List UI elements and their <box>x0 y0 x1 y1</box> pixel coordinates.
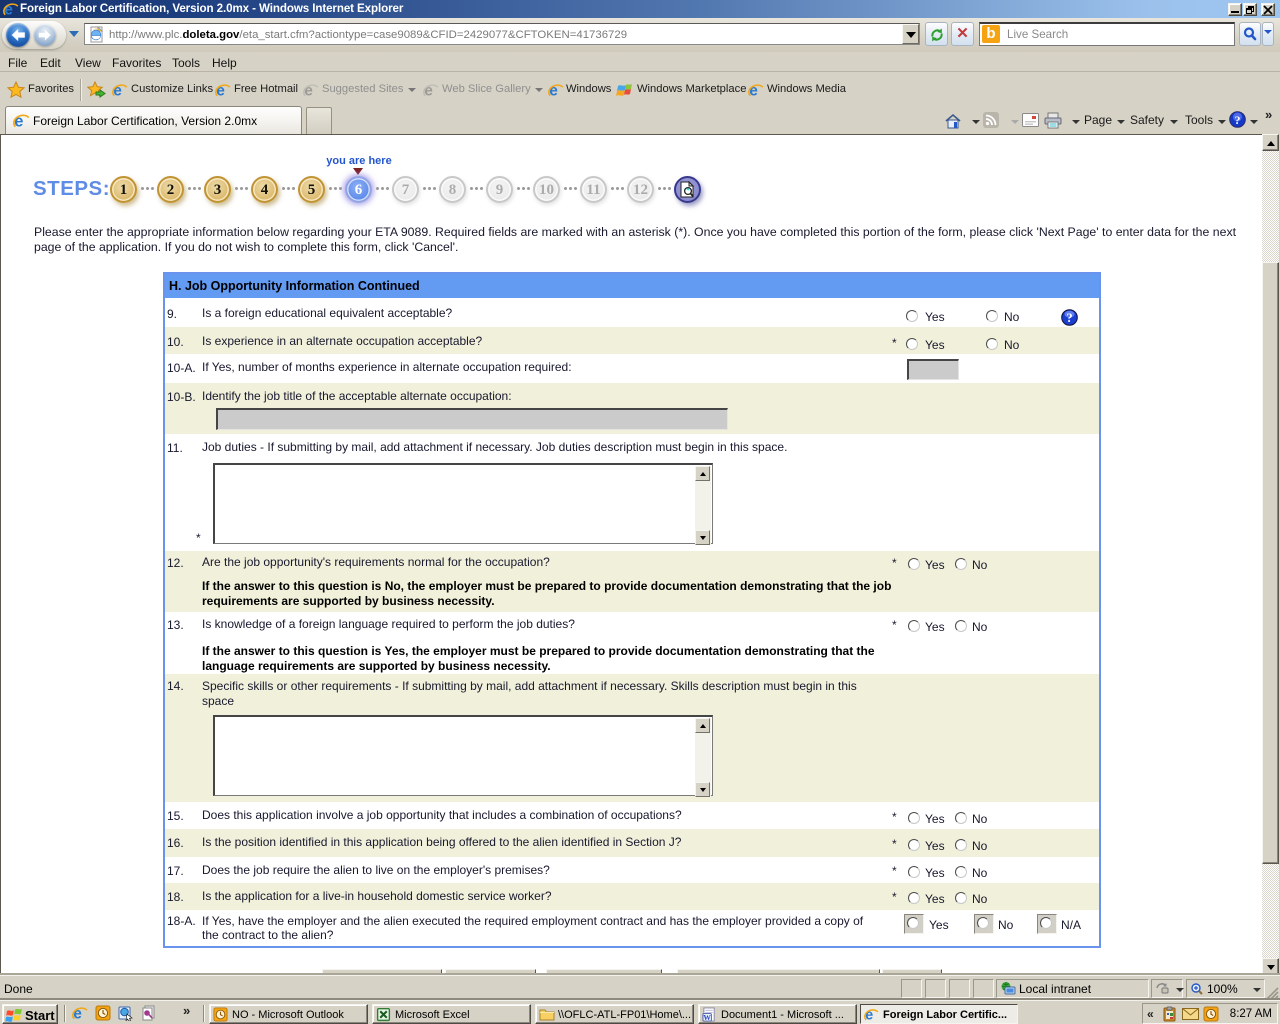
svg-text:?: ? <box>1235 113 1241 127</box>
svg-text:W: W <box>703 1013 711 1022</box>
svg-text:?: ? <box>1066 311 1072 325</box>
